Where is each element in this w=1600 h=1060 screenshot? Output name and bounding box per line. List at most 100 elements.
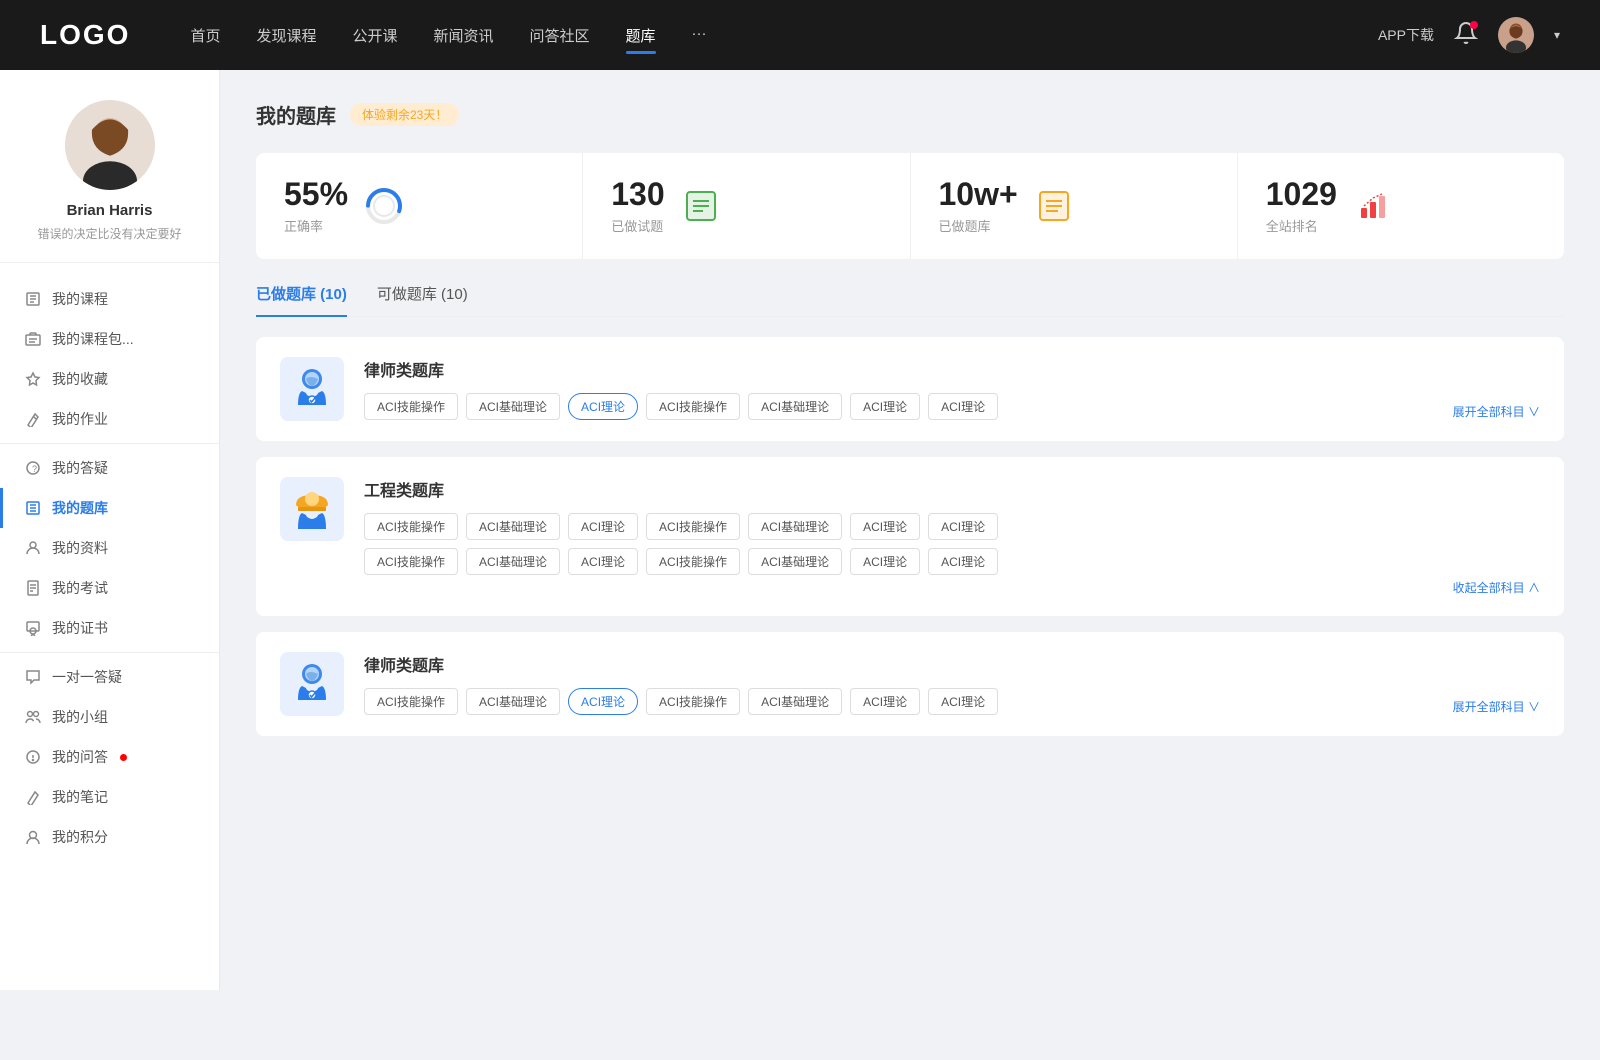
qbank-title-law2: 律师类题库 [364,652,1540,676]
sidebar-label: 我的考试 [52,578,108,598]
tag[interactable]: ACI理论 [850,513,920,540]
page-title-row: 我的题库 体验剩余23天！ [256,100,1564,129]
tags-row-eng1-2: ACI技能操作 ACI基础理论 ACI理论 ACI技能操作 ACI基础理论 AC… [364,548,1540,575]
sidebar-item-my-qa[interactable]: 我的问答 [0,737,219,777]
tag[interactable]: ACI技能操作 [646,393,740,420]
tab-available-banks[interactable]: 可做题库 (10) [377,283,468,316]
ranking-value: 1029 [1266,177,1337,212]
sidebar-item-course[interactable]: 我的课程 [0,279,219,319]
sidebar-item-group[interactable]: 我的小组 [0,697,219,737]
logo: LOGO [40,19,130,51]
nav-link-more[interactable]: ··· [692,21,707,50]
tag-active[interactable]: ACI理论 [568,393,638,420]
sidebar-item-cert[interactable]: 我的证书 [0,608,219,648]
menu-divider-2 [0,652,219,653]
sidebar-label: 我的答疑 [52,458,108,478]
cert-icon [24,619,42,637]
tag[interactable]: ACI技能操作 [646,688,740,715]
qbank-icon-lawyer1 [280,357,344,421]
qbank-card-law1: 律师类题库 ACI技能操作 ACI基础理论 ACI理论 ACI技能操作 ACI基… [256,337,1564,441]
expand-link-law1[interactable]: 展开全部科目 ∨ [1453,403,1540,420]
nav-link-home[interactable]: 首页 [190,21,220,50]
stat-ranking: 1029 全站排名 [1238,153,1564,259]
tag[interactable]: ACI基础理论 [466,393,560,420]
tag[interactable]: ACI理论 [928,393,998,420]
page-title: 我的题库 [256,100,336,129]
nav-link-discover[interactable]: 发现课程 [256,21,316,50]
tag[interactable]: ACI理论 [568,548,638,575]
tag[interactable]: ACI理论 [850,548,920,575]
tag[interactable]: ACI技能操作 [646,513,740,540]
nav-link-open[interactable]: 公开课 [352,21,397,50]
tag[interactable]: ACI理论 [850,688,920,715]
done-banks-label: 已做题库 [939,216,1018,235]
tag[interactable]: ACI技能操作 [364,513,458,540]
tag[interactable]: ACI理论 [850,393,920,420]
tag[interactable]: ACI基础理论 [748,548,842,575]
qbank-icon-engineer1 [280,477,344,541]
tag[interactable]: ACI技能操作 [364,688,458,715]
nav-link-qa[interactable]: 问答社区 [530,21,590,50]
done-banks-icon [1034,186,1074,226]
stat-done-questions: 130 已做试题 [583,153,910,259]
tag[interactable]: ACI技能操作 [364,548,458,575]
tag[interactable]: ACI技能操作 [646,548,740,575]
tag[interactable]: ACI基础理论 [466,548,560,575]
qbank-title-eng1: 工程类题库 [364,477,1540,501]
profile-name: Brian Harris [67,202,153,219]
tag[interactable]: ACI基础理论 [748,513,842,540]
expand-link-law2[interactable]: 展开全部科目 ∨ [1453,698,1540,715]
app-download-link[interactable]: APP下载 [1378,25,1434,45]
sidebar-label: 我的笔记 [52,787,108,807]
sidebar-item-notes[interactable]: 我的笔记 [0,777,219,817]
sidebar-label: 我的作业 [52,409,108,429]
tabs-row: 已做题库 (10) 可做题库 (10) [256,283,1564,317]
sidebar-item-favorites[interactable]: 我的收藏 [0,359,219,399]
done-banks-value: 10w+ [939,177,1018,212]
notes-icon [24,788,42,806]
tag[interactable]: ACI基础理论 [748,688,842,715]
accuracy-icon [364,186,404,226]
sidebar-item-myqa[interactable]: ? 我的答疑 [0,448,219,488]
tag[interactable]: ACI理论 [928,548,998,575]
qbank-title-law1: 律师类题库 [364,357,1540,381]
ranking-icon [1353,186,1393,226]
accuracy-value: 55% [284,177,348,212]
menu-divider [0,443,219,444]
tag[interactable]: ACI基础理论 [748,393,842,420]
tag[interactable]: ACI基础理论 [466,513,560,540]
nav-link-news[interactable]: 新闻资讯 [434,21,494,50]
sidebar-item-profile[interactable]: 我的资料 [0,528,219,568]
sidebar-label: 我的题库 [52,498,108,518]
nav-links: 首页 发现课程 公开课 新闻资讯 问答社区 题库 ··· [190,21,1378,50]
sidebar-item-exam[interactable]: 我的考试 [0,568,219,608]
sidebar-item-qbank[interactable]: 我的题库 [0,488,219,528]
tag[interactable]: ACI理论 [928,513,998,540]
profile-motto: 错误的决定比没有决定要好 [37,225,181,242]
tag[interactable]: ACI理论 [568,513,638,540]
qa-icon: ? [24,459,42,477]
sidebar-item-points[interactable]: 我的积分 [0,817,219,857]
stats-row: 55% 正确率 130 已做试题 [256,153,1564,259]
sidebar-label: 我的问答 [52,747,108,767]
notification-bell[interactable] [1454,21,1478,50]
nav-right: APP下载 ▾ [1378,17,1560,53]
accuracy-label: 正确率 [284,216,348,235]
sidebar-item-course-pkg[interactable]: 我的课程包... [0,319,219,359]
tag[interactable]: ACI技能操作 [364,393,458,420]
profile-avatar [65,100,155,190]
exam-icon [24,579,42,597]
tag[interactable]: ACI基础理论 [466,688,560,715]
sidebar-label: 我的资料 [52,538,108,558]
tag[interactable]: ACI理论 [928,688,998,715]
tag-active[interactable]: ACI理论 [568,688,638,715]
collapse-link-eng1[interactable]: 收起全部科目 ∧ [364,579,1540,596]
user-avatar[interactable] [1498,17,1534,53]
user-menu-caret[interactable]: ▾ [1554,28,1560,42]
sidebar-item-one-on-one[interactable]: 一对一答疑 [0,657,219,697]
nav-link-qbank[interactable]: 题库 [626,21,656,50]
tab-done-banks[interactable]: 已做题库 (10) [256,283,347,316]
tags-row-law1: ACI技能操作 ACI基础理论 ACI理论 ACI技能操作 ACI基础理论 AC… [364,393,1540,420]
main-content: 我的题库 体验剩余23天！ 55% 正确率 [220,70,1600,990]
sidebar-item-homework[interactable]: 我的作业 [0,399,219,439]
